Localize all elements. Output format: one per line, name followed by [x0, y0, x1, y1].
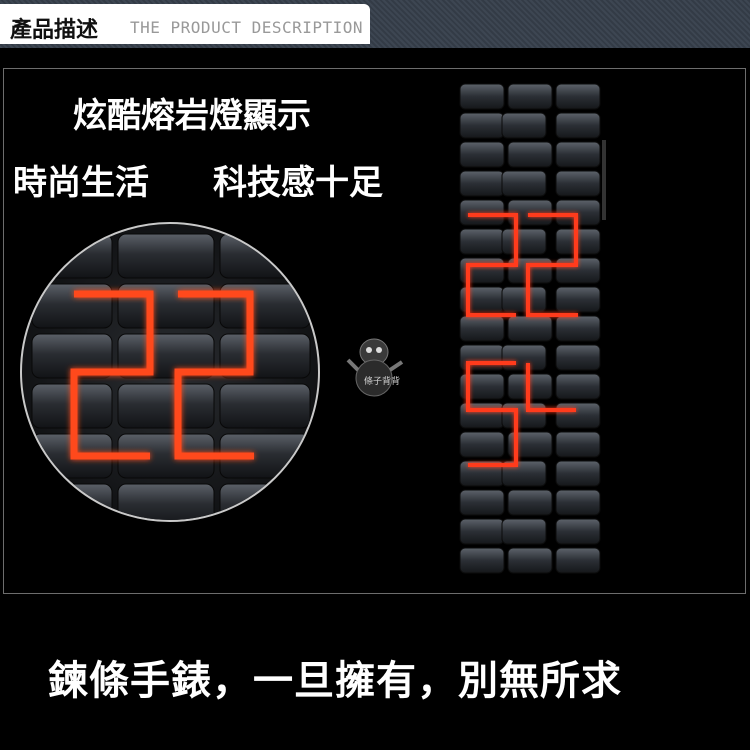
strap-link [459, 431, 505, 458]
strap-link [555, 518, 601, 545]
closeup-image [31, 233, 311, 520]
strap-link [501, 170, 547, 197]
strap-link [459, 83, 505, 110]
magnified-display-closeup [20, 222, 320, 522]
closeup-strap-link [117, 383, 215, 429]
strap-link [555, 315, 601, 342]
strap-link [459, 547, 505, 574]
strap-link [459, 141, 505, 168]
strap-link [555, 112, 601, 139]
strap-link [507, 315, 553, 342]
strap-link [501, 286, 547, 313]
strap-link [501, 402, 547, 429]
strap-link [555, 489, 601, 516]
strap-link [501, 518, 547, 545]
mascot-watermark-icon: 條子背背 [346, 338, 404, 397]
strap-link [459, 518, 505, 545]
section-subtitle: THE PRODUCT DESCRIPTION [130, 18, 364, 37]
strap-link [459, 199, 505, 226]
strap-link [555, 286, 601, 313]
strap-link [555, 431, 601, 458]
tagline-2a: 時尚生活 [13, 163, 149, 203]
strap-link [501, 112, 547, 139]
tagline-2b: 科技感十足 [213, 163, 383, 203]
strap-link [459, 228, 505, 255]
strap-link [555, 460, 601, 487]
watermark-text: 條子背背 [364, 375, 400, 387]
strap-link [507, 83, 553, 110]
strap-link [555, 402, 601, 429]
strap-link [507, 141, 553, 168]
strap-link [501, 228, 547, 255]
strap-link [501, 344, 547, 371]
strap-link [459, 170, 505, 197]
watch-crown [602, 140, 606, 220]
strap-link [555, 373, 601, 400]
section-header: 產品描述 THE PRODUCT DESCRIPTION [0, 0, 750, 48]
strap-link [459, 112, 505, 139]
section-tab: 產品描述 THE PRODUCT DESCRIPTION [0, 4, 370, 44]
closeup-strap-link [117, 483, 215, 520]
strap-link [555, 141, 601, 168]
strap-link [555, 83, 601, 110]
strap-link [507, 547, 553, 574]
closeup-strap-link [117, 233, 215, 279]
section-title: 產品描述 [10, 18, 99, 43]
bottom-slogan: 鍊條手錶，一旦擁有，別無所求 [48, 658, 622, 704]
strap-link [555, 547, 601, 574]
led-watch-image [459, 83, 606, 574]
strap-link [555, 344, 601, 371]
tagline-1: 炫酷熔岩燈顯示 [73, 96, 311, 136]
strap-link [555, 170, 601, 197]
closeup-strap-link [219, 383, 311, 429]
strap-link [459, 489, 505, 516]
strap-link [459, 315, 505, 342]
strap-link [507, 489, 553, 516]
